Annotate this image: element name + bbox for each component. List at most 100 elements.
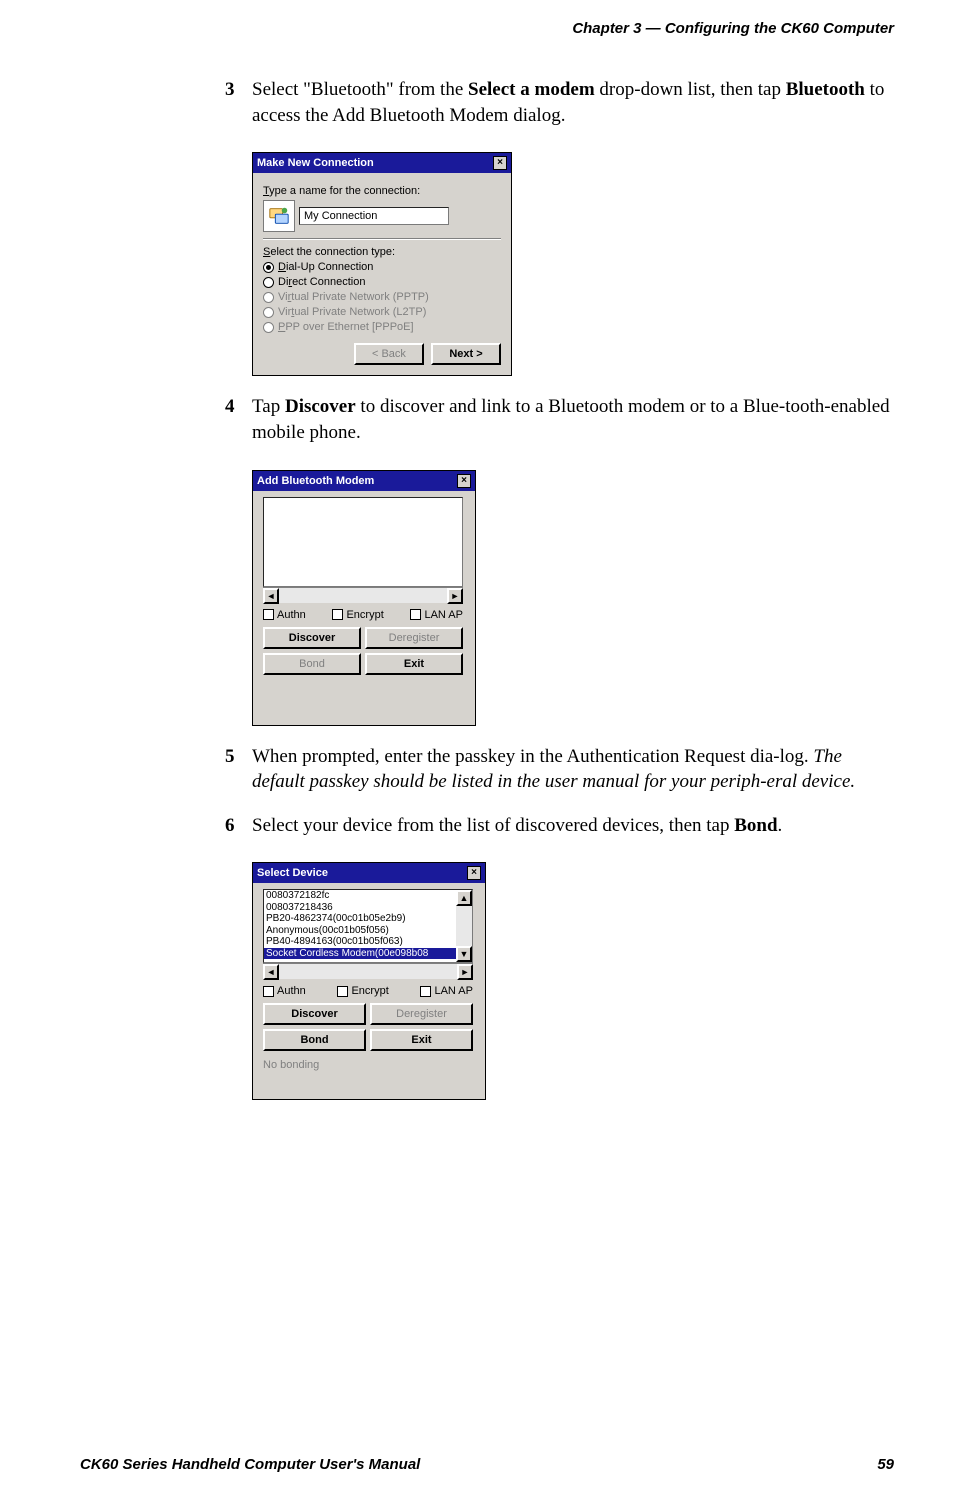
scroll-right-icon[interactable]: ►	[457, 964, 473, 980]
step-4: 4 Tap Discover to discover and link to a…	[230, 394, 894, 445]
step-6-text-1: Select your device from the list of disc…	[252, 815, 734, 836]
scroll-track[interactable]	[279, 964, 457, 979]
list-item-selected[interactable]: Socket Cordless Modem(00e098b08	[264, 948, 472, 960]
name-label: Type a name for the connection:	[263, 185, 501, 197]
type-label: Select the connection type:	[263, 246, 501, 258]
make-new-connection-dialog: Make New Connection × Type a name for th…	[252, 152, 512, 376]
radio-l2tp-pre: Vir	[278, 306, 291, 318]
encrypt-checkbox[interactable]: Encrypt	[332, 609, 383, 621]
radio-icon	[263, 307, 274, 318]
connection-name-input[interactable]: My Connection	[299, 207, 449, 225]
vscroll-bar[interactable]: ▲ ▼	[456, 890, 472, 962]
step-4-number: 4	[225, 394, 235, 420]
lanap-checkbox[interactable]: LAN AP	[420, 985, 473, 997]
checkbox-icon	[420, 986, 431, 997]
scroll-left-icon[interactable]: ◄	[263, 964, 279, 980]
modem-list[interactable]	[263, 497, 463, 587]
footer-page-number: 59	[877, 1456, 894, 1473]
name-label-rest: ype a name for the connection:	[269, 185, 420, 197]
scroll-right-icon[interactable]: ►	[447, 588, 463, 604]
step-3-text-2: drop-down list, then tap	[595, 79, 786, 100]
page-footer: CK60 Series Handheld Computer User's Man…	[80, 1456, 894, 1473]
discover-button[interactable]: Discover	[263, 1003, 366, 1025]
list-item[interactable]: PB20-4862374(00c01b05e2b9)	[264, 913, 472, 925]
deregister-button: Deregister	[365, 627, 463, 649]
scroll-up-icon[interactable]: ▲	[456, 890, 472, 906]
scroll-track[interactable]	[279, 588, 447, 603]
radio-direct-post: ect Connection	[292, 276, 365, 288]
close-icon[interactable]: ×	[493, 156, 507, 170]
close-icon[interactable]: ×	[457, 474, 471, 488]
dialog3-title: Select Device	[257, 867, 328, 879]
content-area: 3 Select "Bluetooth" from the Select a m…	[230, 77, 894, 1118]
bond-button[interactable]: Bond	[263, 1029, 366, 1051]
name-input-row: My Connection	[263, 200, 501, 232]
encrypt-checkbox[interactable]: Encrypt	[337, 985, 388, 997]
discover-button[interactable]: Discover	[263, 627, 361, 649]
scroll-track[interactable]	[456, 906, 472, 946]
checkbox-icon	[332, 609, 343, 620]
radio-pptp: Virtual Private Network (PPTP)	[263, 291, 501, 303]
list-item[interactable]: PB40-4894163(00c01b05f063)	[264, 936, 472, 948]
radio-icon	[263, 292, 274, 303]
radio-dialup[interactable]: Dial-Up Connection	[263, 261, 501, 273]
step-5-number: 5	[225, 744, 235, 770]
dialog1-body: Type a name for the connection: My Conne…	[253, 173, 511, 375]
dialog2-title: Add Bluetooth Modem	[257, 475, 374, 487]
lanap-label: LAN AP	[424, 609, 463, 621]
authn-checkbox[interactable]: Authn	[263, 985, 306, 997]
scroll-left-icon[interactable]: ◄	[263, 588, 279, 604]
deregister-button: Deregister	[370, 1003, 473, 1025]
back-button: < Back	[354, 343, 424, 365]
dialog2-body: ◄ ► Authn Encrypt LAN AP Discover Deregi…	[253, 491, 475, 725]
step-4-text-1: Tap	[252, 396, 285, 417]
radio-l2tp: Virtual Private Network (L2TP)	[263, 306, 501, 318]
exit-button[interactable]: Exit	[370, 1029, 473, 1051]
radio-l2tp-post: ual Private Network (L2TP)	[294, 306, 426, 318]
authn-label: Authn	[277, 609, 306, 621]
radio-dialup-label: ial-Up Connection	[286, 261, 373, 273]
list-item[interactable]: 008037218436	[264, 902, 472, 914]
step-6: 6 Select your device from the list of di…	[230, 813, 894, 839]
select-device-dialog: Select Device × 0080372182fc 00803721843…	[252, 862, 486, 1100]
lanap-checkbox[interactable]: LAN AP	[410, 609, 463, 621]
checkbox-row: Authn Encrypt LAN AP	[263, 985, 473, 997]
step-4-bold-1: Discover	[285, 396, 356, 417]
lanap-label: LAN AP	[434, 985, 473, 997]
authn-checkbox[interactable]: Authn	[263, 609, 306, 621]
authn-label: Authn	[277, 985, 306, 997]
radio-pppoe-label: PP over Ethernet [PPPoE]	[285, 321, 413, 333]
radio-pptp-post: tual Private Network (PPTP)	[291, 291, 429, 303]
dialog3-body: 0080372182fc 008037218436 PB20-4862374(0…	[253, 883, 485, 1099]
connection-icon	[263, 200, 295, 232]
next-button[interactable]: Next >	[431, 343, 501, 365]
exit-button[interactable]: Exit	[365, 653, 463, 675]
dialog2-buttons: Discover Deregister Bond Exit	[263, 627, 463, 675]
hscroll-bar[interactable]: ◄ ►	[263, 587, 463, 603]
encrypt-label: Encrypt	[351, 985, 388, 997]
step-6-bold-1: Bond	[734, 815, 777, 836]
radio-icon	[263, 262, 274, 273]
radio-direct[interactable]: Direct Connection	[263, 276, 501, 288]
footer-manual-title: CK60 Series Handheld Computer User's Man…	[80, 1456, 420, 1473]
step-3-text-1: Select "Bluetooth" from the	[252, 79, 468, 100]
step-6-number: 6	[225, 813, 235, 839]
dialog1-buttons: < Back Next >	[263, 343, 501, 365]
step-3: 3 Select "Bluetooth" from the Select a m…	[230, 77, 894, 128]
checkbox-row: Authn Encrypt LAN AP	[263, 609, 463, 621]
radio-icon	[263, 322, 274, 333]
step-6-text-2: .	[778, 815, 783, 836]
radio-pptp-pre: Vi	[278, 291, 288, 303]
list-item[interactable]: Anonymous(00c01b05f056)	[264, 925, 472, 937]
status-text: No bonding	[263, 1059, 475, 1071]
add-bluetooth-modem-dialog: Add Bluetooth Modem × ◄ ► Authn Encrypt …	[252, 470, 476, 726]
dialog1-titlebar: Make New Connection ×	[253, 153, 511, 173]
list-item[interactable]: 0080372182fc	[264, 890, 472, 902]
device-list[interactable]: 0080372182fc 008037218436 PB20-4862374(0…	[263, 889, 473, 963]
bond-button: Bond	[263, 653, 361, 675]
checkbox-icon	[410, 609, 421, 620]
hscroll-bar[interactable]: ◄ ►	[263, 963, 473, 979]
close-icon[interactable]: ×	[467, 866, 481, 880]
step-3-number: 3	[225, 77, 235, 103]
scroll-down-icon[interactable]: ▼	[456, 946, 472, 962]
